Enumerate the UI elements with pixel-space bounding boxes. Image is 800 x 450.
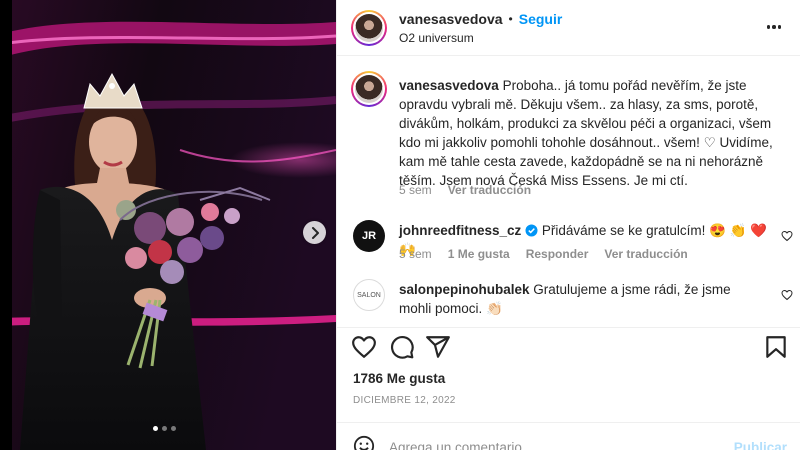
author-username[interactable]: vanesasvedova	[399, 11, 503, 27]
emoji-icon[interactable]	[353, 435, 375, 450]
miss-crowning-photo	[0, 0, 336, 450]
caption-username[interactable]: vanesasvedova	[399, 78, 499, 93]
comment-composer: Agrega un comentario... Publicar	[337, 422, 800, 450]
comment-likes[interactable]: 1 Me gusta	[448, 247, 510, 261]
caption-time[interactable]: 5 sem	[399, 183, 432, 197]
next-photo-button[interactable]	[303, 221, 326, 244]
comment-item: JR johnreedfitness_cz Přidáváme se ke gr…	[353, 220, 793, 270]
publish-button[interactable]: Publicar	[734, 440, 787, 450]
carousel-dot	[162, 426, 167, 431]
comment-meta: 5 sem 1 Me gusta Responder Ver traducció…	[399, 247, 688, 261]
reply-button[interactable]: Responder	[526, 247, 589, 261]
carousel-dot	[171, 426, 176, 431]
comment-username[interactable]: johnreedfitness_cz	[399, 223, 521, 238]
paper-plane-icon[interactable]	[425, 334, 451, 360]
comment-time[interactable]: 5 sem	[399, 247, 432, 261]
caption-author-avatar[interactable]	[351, 71, 387, 107]
post-image[interactable]	[0, 0, 336, 450]
separator-dot: •	[508, 12, 513, 26]
post-date[interactable]: DICIEMBRE 12, 2022	[353, 395, 456, 406]
caption-meta: 5 sem Ver traducción	[399, 183, 531, 197]
post-side-panel: vanesasvedova • Seguir O2 universum vane…	[336, 0, 800, 450]
caption-text: Proboha.. já tomu pořád nevěřím, že jste…	[399, 78, 773, 188]
photo-left-edge	[0, 0, 12, 450]
carousel-indicator	[153, 426, 176, 431]
caption-text-block: vanesasvedova Proboha.. já tomu pořád ne…	[399, 76, 779, 190]
comment-text-block: salonpepinohubalek Gratulujeme a jsme rá…	[399, 280, 739, 318]
caption-item: vanesasvedova Proboha.. já tomu pořád ne…	[351, 71, 783, 211]
likes-count[interactable]: 1786 Me gusta	[353, 371, 445, 386]
carousel-dot	[153, 426, 158, 431]
comment-item: SALON salonpepinohubalek Gratulujeme a j…	[353, 279, 793, 327]
heart-icon[interactable]	[781, 230, 793, 242]
commenter-avatar[interactable]: SALON	[353, 279, 385, 311]
comments-list: vanesasvedova Proboha.. já tomu pořád ne…	[337, 57, 800, 327]
comment-icon[interactable]	[389, 334, 415, 360]
verified-badge-icon	[525, 224, 538, 237]
author-avatar[interactable]	[351, 10, 387, 46]
comment-username[interactable]: salonpepinohubalek	[399, 282, 530, 297]
bookmark-icon[interactable]	[763, 334, 789, 360]
follow-button[interactable]: Seguir	[519, 11, 563, 27]
post-location[interactable]: O2 universum	[399, 31, 474, 45]
more-options-icon[interactable]	[765, 18, 783, 36]
heart-icon[interactable]	[351, 334, 377, 360]
post-header: vanesasvedova • Seguir O2 universum	[337, 0, 800, 56]
heart-icon[interactable]	[781, 289, 793, 301]
post-actions-bar	[337, 327, 800, 363]
commenter-avatar[interactable]: JR	[353, 220, 385, 252]
caption-translate-link[interactable]: Ver traducción	[448, 183, 531, 197]
comment-input[interactable]: Agrega un comentario...	[389, 440, 533, 450]
comment-translate-link[interactable]: Ver traducción	[604, 247, 687, 261]
chevron-right-icon	[311, 226, 319, 239]
